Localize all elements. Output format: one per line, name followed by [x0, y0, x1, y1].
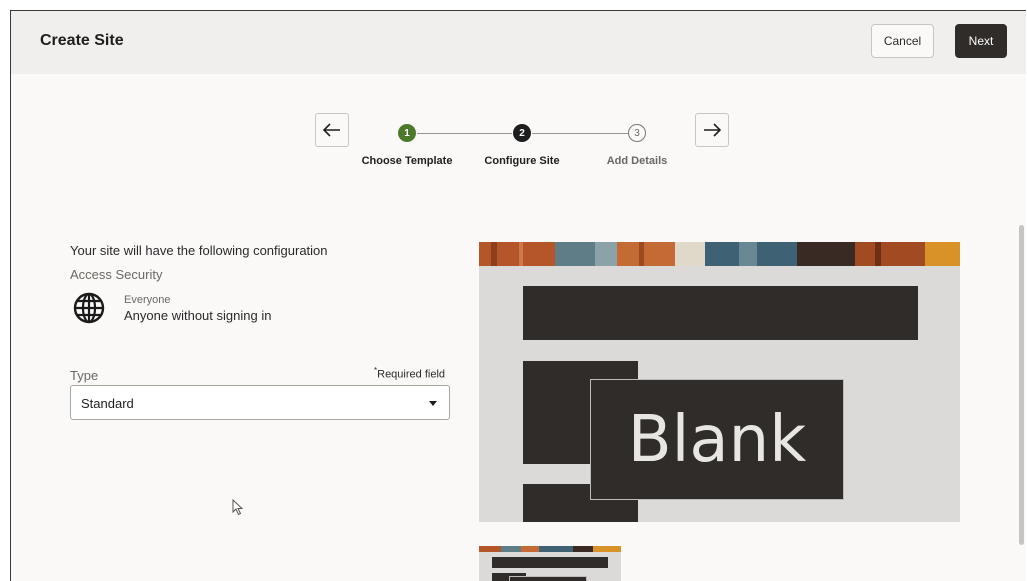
preview-title-card: Blank [590, 379, 844, 500]
required-text: Required field [377, 368, 445, 381]
step-3-indicator[interactable]: 3 [628, 124, 646, 142]
chevron-down-icon [429, 401, 437, 406]
mouse-cursor-icon [232, 499, 244, 516]
arrow-left-icon [323, 123, 340, 137]
thumbnail-block [509, 576, 587, 581]
access-security-heading: Access Security [70, 267, 163, 282]
next-button[interactable]: Next [955, 24, 1007, 58]
step-connector [417, 133, 512, 134]
thumbnail-block [492, 557, 608, 568]
type-label: Type [70, 368, 99, 383]
access-title: Everyone [124, 294, 171, 306]
page-title: Create Site [40, 32, 124, 49]
config-intro: Your site will have the following config… [70, 243, 328, 258]
type-select-value: Standard [81, 396, 134, 411]
step-3-number: 3 [634, 127, 640, 139]
template-preview[interactable]: Blank [479, 242, 960, 522]
step-2-indicator[interactable]: 2 [513, 124, 531, 142]
step-3-label[interactable]: Add Details [577, 155, 697, 167]
arrow-right-icon [704, 123, 721, 137]
thumbnail-banner-image [479, 546, 621, 552]
dialog-header: Create Site Cancel Next [11, 11, 1026, 74]
access-description: Anyone without signing in [124, 308, 272, 323]
template-thumbnail[interactable] [479, 546, 621, 581]
step-2-label[interactable]: Configure Site [462, 155, 582, 167]
scrollbar[interactable] [1019, 225, 1024, 545]
previous-step-button[interactable] [315, 113, 349, 147]
step-2-number: 2 [519, 127, 525, 139]
type-select[interactable]: Standard [70, 385, 450, 420]
step-1-indicator[interactable]: 1 [398, 124, 416, 142]
create-site-dialog: Create Site Cancel Next 1 2 3 Choose Tem… [10, 10, 1026, 581]
preview-banner-image [479, 242, 960, 266]
globe-icon [73, 292, 105, 324]
step-1-number: 1 [404, 127, 410, 139]
preview-title: Blank [627, 402, 807, 477]
step-connector [532, 133, 628, 134]
next-step-button[interactable] [695, 113, 729, 147]
step-1-label[interactable]: Choose Template [347, 155, 467, 167]
required-field-note: *Required field [374, 366, 445, 381]
cancel-button[interactable]: Cancel [871, 24, 934, 58]
preview-header-block [523, 286, 918, 340]
